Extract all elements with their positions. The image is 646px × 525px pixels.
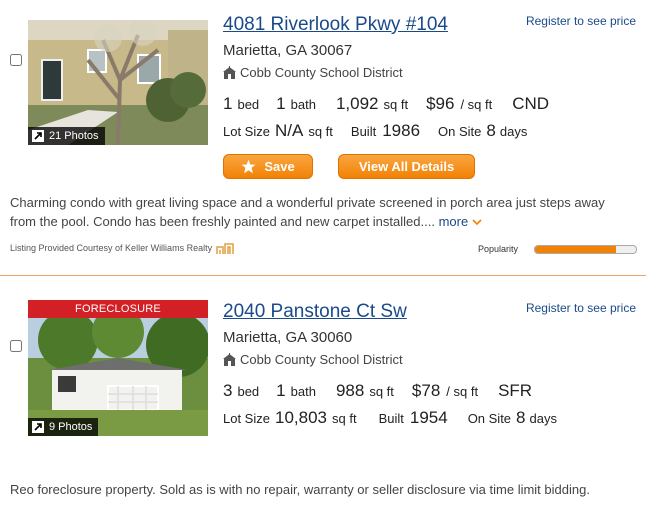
listing-description: Reo foreclosure property. Sold as is wit… xyxy=(10,482,590,497)
popularity-label: Popularity xyxy=(478,244,519,254)
school-district: Cobb County School District xyxy=(223,65,403,80)
built-label: Built xyxy=(350,124,377,139)
property-type: SFR xyxy=(498,381,533,400)
school-district: Cobb County School District xyxy=(223,352,403,367)
built-value: 1954 xyxy=(409,408,448,427)
lot-size-label: Lot Size xyxy=(223,124,270,139)
beds-label: bed xyxy=(237,97,260,112)
listing-secondary-stats: Lot Size N/A sq ft Built 1986 On Site 8 … xyxy=(223,121,527,141)
view-all-details-label: View All Details xyxy=(358,159,455,174)
price-per-sqft-label: / sq ft xyxy=(446,384,479,399)
chevron-down-icon xyxy=(472,219,482,226)
select-listing-checkbox[interactable] xyxy=(10,54,22,66)
listing-city: Marietta, GA 30060 xyxy=(223,329,353,346)
more-link[interactable]: more xyxy=(439,214,482,229)
popularity-bar-fill xyxy=(535,246,616,253)
save-button[interactable]: Save xyxy=(223,154,313,179)
select-listing-checkbox[interactable] xyxy=(10,340,22,352)
save-button-label: Save xyxy=(264,159,295,174)
register-price-link[interactable]: Register to see price xyxy=(526,14,636,28)
listing-description: Charming condo with great living space a… xyxy=(10,193,610,231)
listing-main-stats: 3 bed 1 bath 988 sq ft $78 / sq ft SFR xyxy=(223,381,532,401)
listing-photo[interactable]: FORECLOSURE 9 Photos xyxy=(28,300,208,436)
photo-count-label: 21 Photos xyxy=(49,130,99,142)
baths-value: 1 xyxy=(276,94,286,113)
lot-size-value: 10,803 xyxy=(274,408,327,427)
on-site-value: 8 xyxy=(486,121,496,140)
foreclosure-banner: FORECLOSURE xyxy=(28,300,208,318)
on-site-label: On Site xyxy=(467,411,512,426)
on-site-value: 8 xyxy=(516,408,526,427)
mls-logo-icon xyxy=(216,243,234,254)
view-all-details-button[interactable]: View All Details xyxy=(338,154,475,179)
price-per-sqft-value: $78 xyxy=(411,381,441,400)
baths-label: bath xyxy=(290,384,316,399)
beds-value: 1 xyxy=(223,94,233,113)
school-icon xyxy=(223,353,236,366)
sqft-value: 1,092 xyxy=(335,94,379,113)
listing-address-link[interactable]: 4081 Riverlook Pkwy #104 xyxy=(223,14,448,36)
school-district-label: Cobb County School District xyxy=(240,352,403,367)
listing-courtesy: Listing Provided Courtesy of Keller Will… xyxy=(10,241,234,255)
popularity-bar xyxy=(534,245,637,254)
listing-address-link[interactable]: 2040 Panstone Ct Sw xyxy=(223,301,407,323)
house-photo-image xyxy=(28,300,208,436)
price-per-sqft-label: / sq ft xyxy=(460,97,493,112)
price-per-sqft-value: $96 xyxy=(426,94,455,113)
description-text: Charming condo with great living space a… xyxy=(10,195,605,229)
sqft-label: sq ft xyxy=(383,97,409,112)
more-link-label: more xyxy=(438,214,469,229)
built-value: 1986 xyxy=(382,121,421,140)
photo-count-label: 9 Photos xyxy=(49,421,93,433)
baths-value: 1 xyxy=(276,381,286,400)
listing-card-1: 21 Photos 4081 Riverlook Pkwy #104 Regis… xyxy=(0,0,646,275)
listing-card-2: FORECLOSURE 9 Photos 2040 Panstone Ct Sw… xyxy=(0,276,646,525)
lot-size-unit: sq ft xyxy=(308,124,333,139)
listing-city: Marietta, GA 30067 xyxy=(223,42,353,59)
sqft-label: sq ft xyxy=(369,384,394,399)
photo-count-badge[interactable]: 21 Photos xyxy=(28,127,105,145)
beds-value: 3 xyxy=(223,381,233,400)
built-label: Built xyxy=(378,411,404,426)
sqft-value: 988 xyxy=(335,381,365,400)
expand-arrow-icon xyxy=(32,130,44,142)
school-icon xyxy=(223,66,236,79)
star-icon xyxy=(241,159,256,174)
school-district-label: Cobb County School District xyxy=(240,65,403,80)
photo-count-badge[interactable]: 9 Photos xyxy=(28,418,99,436)
beds-label: bed xyxy=(237,384,260,399)
listing-secondary-stats: Lot Size 10,803 sq ft Built 1954 On Site… xyxy=(223,408,557,428)
property-type: CND xyxy=(512,94,550,113)
lot-size-value: N/A xyxy=(274,121,304,140)
lot-size-unit: sq ft xyxy=(331,411,357,426)
on-site-unit: days xyxy=(529,411,557,426)
register-price-link[interactable]: Register to see price xyxy=(526,301,636,315)
courtesy-text: Listing Provided Courtesy of Keller Will… xyxy=(10,243,213,253)
listing-photo[interactable]: 21 Photos xyxy=(28,20,208,145)
on-site-unit: days xyxy=(499,124,528,139)
on-site-label: On Site xyxy=(438,124,482,139)
baths-label: bath xyxy=(290,97,316,112)
listing-main-stats: 1 bed 1 bath 1,092 sq ft $96 / sq ft CND xyxy=(223,94,549,114)
lot-size-label: Lot Size xyxy=(223,411,270,426)
expand-arrow-icon xyxy=(32,421,44,433)
